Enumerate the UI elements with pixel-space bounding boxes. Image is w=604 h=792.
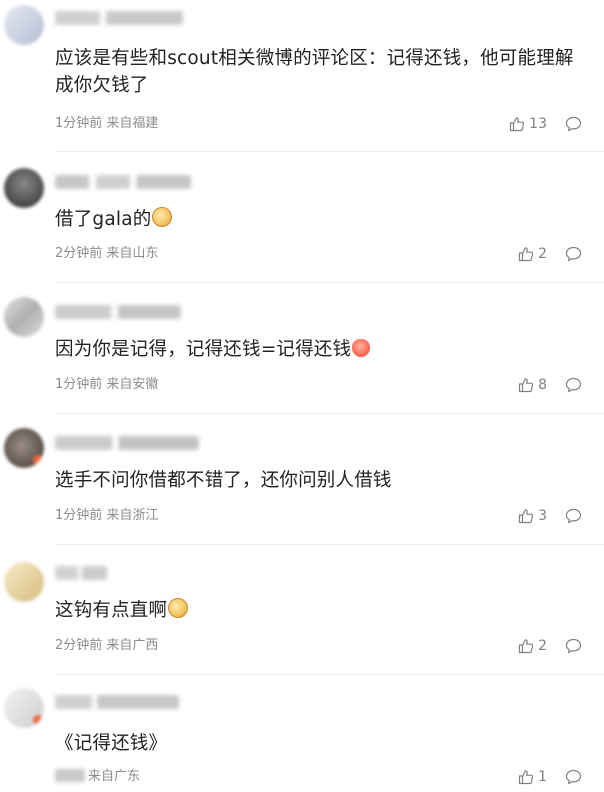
doge-emoji-icon [168, 598, 189, 618]
comment-list: 应该是有些和scout相关微博的评论区：记得还钱，他可能理解成你欠钱了 1分钟前… [0, 0, 604, 792]
comment-actions: 2 [518, 244, 582, 264]
like-count: 3 [538, 508, 547, 524]
comment-text: 因为你是记得，记得还钱=记得还钱 [55, 336, 578, 363]
reply-button[interactable] [565, 508, 582, 524]
like-button[interactable]: 13 [509, 116, 547, 132]
comment-meta: 2分钟前 来自山东 [55, 246, 159, 261]
comment-text: 借了gala的 [55, 206, 578, 233]
like-button[interactable]: 1 [518, 769, 547, 785]
thumbs-up-icon [518, 246, 534, 262]
avatar[interactable] [4, 562, 44, 602]
thumbs-up-icon [518, 508, 534, 524]
like-count: 8 [538, 377, 547, 393]
comment-actions: 3 [518, 506, 582, 526]
like-count: 13 [529, 116, 547, 132]
comment-text: 这钩有点直啊 [55, 597, 578, 624]
comment-text: 选手不问你借都不错了，还你问别人借钱 [55, 470, 392, 491]
comment-item: 应该是有些和scout相关微博的评论区：记得还钱，他可能理解成你欠钱了 1分钟前… [0, 0, 604, 152]
comment-bubble-icon [565, 508, 582, 524]
comment-actions: 1 [518, 767, 582, 787]
reply-button[interactable] [565, 638, 582, 654]
comment-text: 应该是有些和scout相关微博的评论区：记得还钱，他可能理解成你欠钱了 [55, 48, 574, 96]
username-blurred[interactable] [55, 436, 199, 450]
username-blurred[interactable] [55, 11, 183, 25]
like-count: 2 [538, 246, 547, 262]
username-blurred[interactable] [55, 566, 107, 580]
thumbs-up-icon [509, 116, 525, 132]
reply-button[interactable] [565, 246, 582, 262]
like-button[interactable]: 2 [518, 638, 547, 654]
verified-badge-icon [33, 455, 43, 465]
thumbs-up-icon [518, 769, 534, 785]
comment-meta: 1分钟前 来自浙江 [55, 508, 159, 523]
thumbs-up-icon [518, 638, 534, 654]
comment-bubble-icon [565, 116, 582, 132]
avatar[interactable] [4, 168, 44, 208]
reply-button[interactable] [565, 769, 582, 785]
verified-badge-icon [33, 715, 43, 725]
avatar[interactable] [4, 688, 44, 728]
comment-text: 《记得还钱》 [55, 733, 168, 754]
reply-button[interactable] [565, 116, 582, 132]
username-blurred[interactable] [55, 305, 181, 319]
comment-actions: 8 [518, 375, 582, 395]
time-blurred [55, 769, 85, 782]
comment-bubble-icon [565, 638, 582, 654]
comment-meta: 1分钟前 来自福建 [55, 116, 159, 131]
comment-item: 选手不问你借都不错了，还你问别人借钱 1分钟前 来自浙江 3 [0, 414, 604, 545]
red-blob-emoji-icon [352, 339, 371, 357]
like-count: 1 [538, 769, 547, 785]
comment-bubble-icon [565, 377, 582, 393]
like-button[interactable]: 2 [518, 246, 547, 262]
comment-item: 这钩有点直啊 2分钟前 来自广西 2 [0, 545, 604, 675]
comment-actions: 2 [518, 636, 582, 656]
username-blurred[interactable] [55, 695, 179, 709]
doge-emoji-icon [152, 207, 173, 227]
username-blurred[interactable] [55, 175, 191, 189]
comment-bubble-icon [565, 246, 582, 262]
like-count: 2 [538, 638, 547, 654]
comment-item: 《记得还钱》 来自广东 1 [0, 675, 604, 792]
comment-actions: 13 [509, 114, 582, 134]
like-button[interactable]: 3 [518, 508, 547, 524]
comment-meta: 1分钟前 来自安徽 [55, 377, 159, 392]
comment-meta: 来自广东 [55, 769, 140, 785]
comment-meta: 2分钟前 来自广西 [55, 638, 159, 653]
avatar[interactable] [4, 5, 44, 45]
avatar[interactable] [4, 428, 44, 468]
comment-bubble-icon [565, 769, 582, 785]
like-button[interactable]: 8 [518, 377, 547, 393]
thumbs-up-icon [518, 377, 534, 393]
comment-item: 借了gala的 2分钟前 来自山东 2 [0, 152, 604, 283]
avatar[interactable] [4, 297, 44, 337]
comment-item: 因为你是记得，记得还钱=记得还钱 1分钟前 来自安徽 8 [0, 283, 604, 414]
reply-button[interactable] [565, 377, 582, 393]
